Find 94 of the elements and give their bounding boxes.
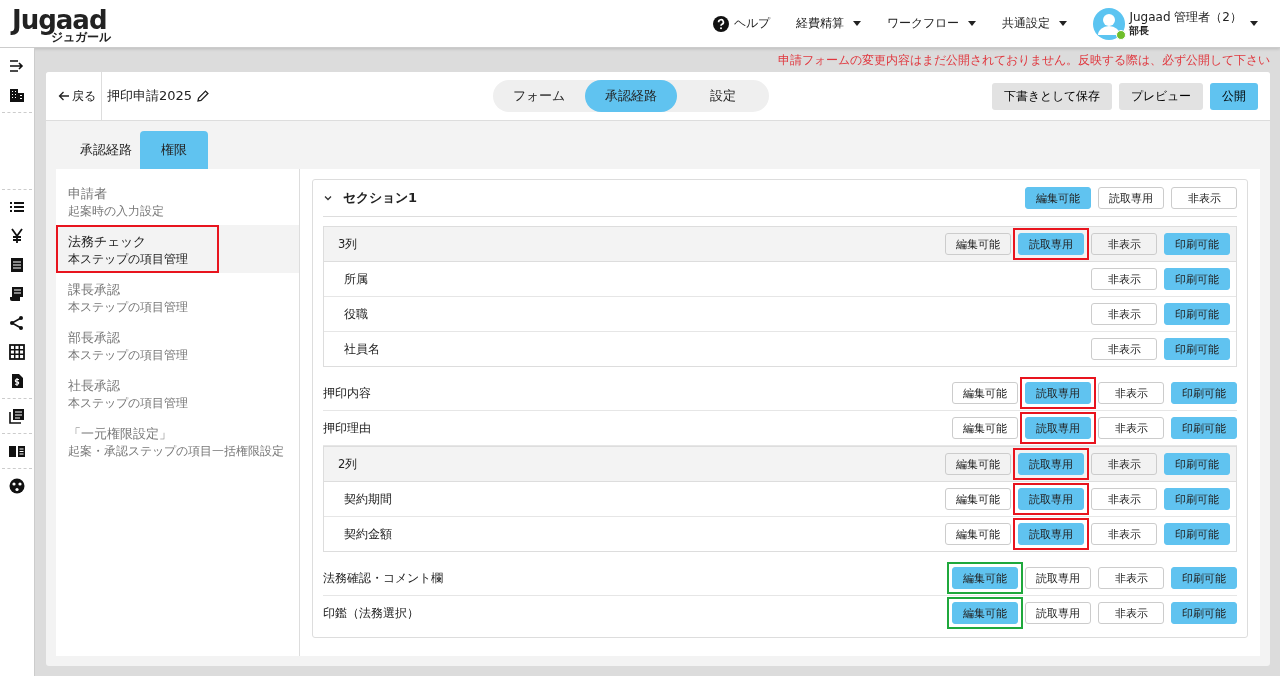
stacked-documents-icon[interactable] [9, 408, 25, 424]
permission-toggle[interactable]: 編集可能 [952, 382, 1018, 405]
permission-toggle[interactable]: 印刷可能 [1164, 303, 1230, 326]
view-tab[interactable]: フォーム [493, 80, 586, 112]
step-item[interactable]: 「一元権限設定」 起案・承認ステップの項目一括権限設定 [56, 417, 299, 465]
permission-toggle[interactable]: 印刷可能 [1164, 268, 1230, 291]
permission-toggle[interactable]: 非表示 [1091, 268, 1157, 291]
collapse-chevron-icon[interactable] [323, 193, 333, 203]
permission-toggle[interactable]: 印刷可能 [1171, 382, 1237, 405]
group-label: 3列 [338, 236, 358, 252]
permission-toggle[interactable]: 編集可能 [952, 567, 1018, 590]
permission-toggle[interactable]: 印刷可能 [1164, 523, 1230, 546]
step-item[interactable]: 課長承認 本ステップの項目管理 [56, 273, 299, 321]
permission-toggle[interactable]: 非表示 [1091, 488, 1157, 511]
permission-toggle[interactable]: 非表示 [1091, 523, 1157, 546]
unpublished-notice: 申請フォームの変更内容はまだ公開されておりません。反映する際は、必ず公開して下さい [777, 52, 1270, 69]
building-icon[interactable] [9, 87, 25, 103]
expand-menu-icon[interactable] [9, 58, 25, 74]
edit-icon[interactable] [196, 89, 211, 103]
permission-toggle[interactable]: 編集可能 [945, 523, 1011, 546]
field-label: 所属 [344, 271, 368, 287]
section-title: セクション1 [343, 189, 419, 207]
tab[interactable]: 権限 [140, 131, 208, 169]
permission-toggle[interactable]: 読取専用 [1018, 233, 1084, 256]
field-label: 押印理由 [323, 420, 371, 436]
permission-toggle[interactable]: 読取専用 [1018, 523, 1084, 546]
field-label: 押印内容 [323, 385, 371, 401]
field-label: 契約金額 [344, 526, 392, 542]
toolbar-button[interactable]: プレビュー [1119, 82, 1203, 110]
permission-toggle[interactable]: 編集可能 [952, 602, 1018, 625]
field-label: 役職 [344, 306, 368, 322]
permission-toggle[interactable]: 読取専用 [1025, 602, 1091, 625]
view-tab[interactable]: 設定 [677, 80, 770, 112]
permission-toggle[interactable]: 編集可能 [952, 417, 1018, 440]
permission-toggle[interactable]: 非表示 [1098, 382, 1164, 405]
document-icon[interactable] [9, 257, 25, 273]
help-link[interactable]: ヘルプ [713, 15, 771, 32]
permission-toggle[interactable]: 編集可能 [1025, 187, 1091, 209]
tab[interactable]: 承認経路 [72, 131, 140, 169]
permission-toggle[interactable]: 読取専用 [1025, 567, 1091, 590]
avatar-icon [1093, 7, 1126, 40]
share-icon[interactable] [9, 315, 25, 331]
permission-toggle[interactable]: 非表示 [1091, 303, 1157, 326]
permission-toggle[interactable]: 非表示 [1091, 233, 1157, 256]
permission-toggle[interactable]: 印刷可能 [1164, 338, 1230, 361]
nav-menu[interactable]: 経費精算 [796, 15, 862, 32]
permission-toggle[interactable]: 非表示 [1091, 453, 1157, 476]
list-icon[interactable] [9, 199, 25, 215]
permission-toggle[interactable]: 印刷可能 [1164, 488, 1230, 511]
permission-toggle[interactable]: 読取専用 [1025, 382, 1091, 405]
permission-toggle[interactable]: 印刷可能 [1171, 417, 1237, 440]
permission-toggle[interactable]: 非表示 [1098, 602, 1164, 625]
receipt-icon[interactable] [9, 286, 25, 302]
user-role: 部長 [1129, 23, 1150, 37]
permission-toggle[interactable]: 印刷可能 [1171, 602, 1237, 625]
permission-toggle[interactable]: 非表示 [1098, 567, 1164, 590]
step-item[interactable]: 法務チェック 本ステップの項目管理 [56, 225, 299, 273]
help-icon [713, 15, 730, 32]
permission-toggle[interactable]: 編集可能 [945, 488, 1011, 511]
back-link[interactable]: 戻る [46, 72, 102, 120]
book-icon[interactable] [9, 443, 25, 459]
yen-icon[interactable] [9, 228, 25, 244]
permission-toggle[interactable]: 読取専用 [1018, 453, 1084, 476]
permission-toggle[interactable]: 読取専用 [1098, 187, 1164, 209]
permission-toggle[interactable]: 読取専用 [1025, 417, 1091, 440]
palette-icon[interactable] [9, 478, 25, 494]
step-item[interactable]: 社長承認 本ステップの項目管理 [56, 369, 299, 417]
field-label: 契約期間 [344, 491, 392, 507]
user-name: Jugaad 管理者（2） [1129, 10, 1242, 24]
field-label: 印鑑（法務選択） [323, 605, 419, 621]
view-tab[interactable]: 承認経路 [585, 80, 678, 112]
back-arrow-icon [58, 90, 70, 102]
step-item[interactable]: 部長承認 本ステップの項目管理 [56, 321, 299, 369]
invoice-icon[interactable] [9, 373, 25, 389]
grid-icon[interactable] [9, 344, 25, 360]
field-label: 社員名 [344, 341, 380, 357]
user-menu[interactable]: Jugaad 管理者（2） 部長 [1093, 7, 1258, 40]
permission-toggle[interactable]: 編集可能 [945, 233, 1011, 256]
permission-toggle[interactable]: 編集可能 [945, 453, 1011, 476]
field-label: 法務確認・コメント欄 [323, 570, 443, 586]
step-item[interactable]: 申請者 起案時の入力設定 [56, 177, 299, 225]
nav-menu[interactable]: ワークフロー [887, 15, 977, 32]
group-label: 2列 [338, 456, 358, 472]
nav-menu[interactable]: 共通設定 [1002, 15, 1068, 32]
permission-toggle[interactable]: 印刷可能 [1164, 233, 1230, 256]
permission-toggle[interactable]: 印刷可能 [1171, 567, 1237, 590]
permission-toggle[interactable]: 非表示 [1091, 338, 1157, 361]
toolbar-button[interactable]: 下書きとして保存 [992, 82, 1112, 110]
form-title: 押印申請2025 [107, 87, 193, 105]
permission-toggle[interactable]: 非表示 [1171, 187, 1237, 209]
permission-toggle[interactable]: 非表示 [1098, 417, 1164, 440]
publish-button[interactable]: 公開 [1210, 82, 1258, 110]
permission-toggle[interactable]: 読取専用 [1018, 488, 1084, 511]
permission-toggle[interactable]: 印刷可能 [1164, 453, 1230, 476]
